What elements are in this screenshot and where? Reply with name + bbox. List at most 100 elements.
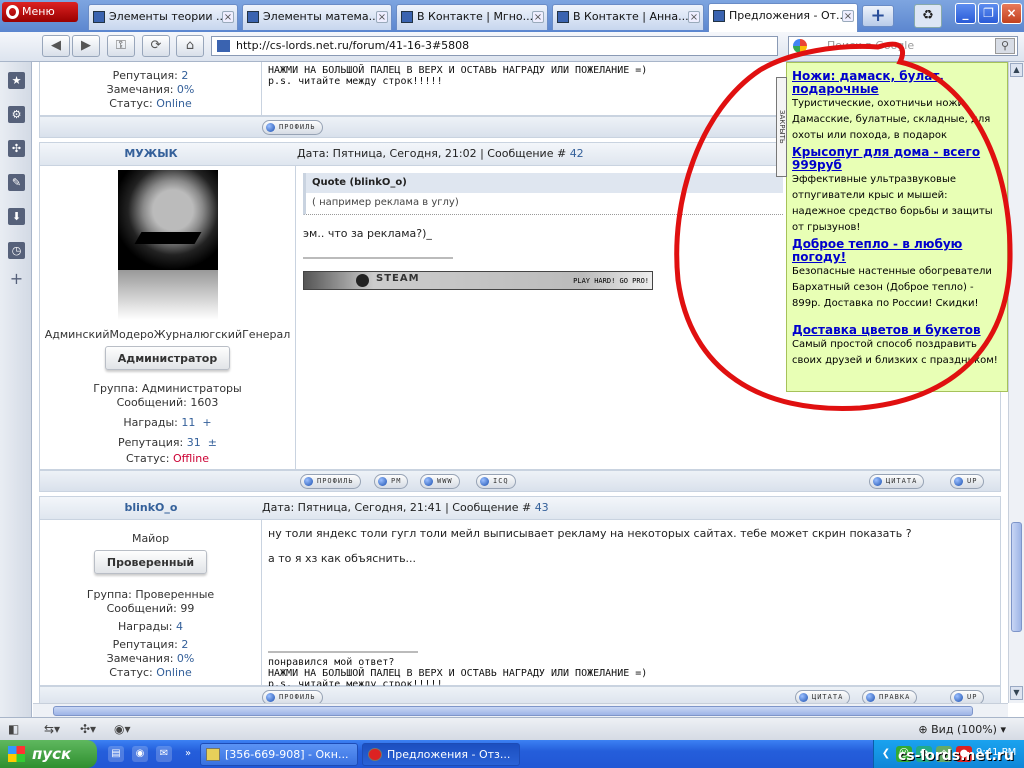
status-bar: ◧ ⇆▾ ✣▾ ◉▾ ⊕ Вид (100%) ▾ — [0, 717, 1024, 740]
quicklaunch-icon[interactable]: ▤ — [108, 746, 124, 762]
close-window-button[interactable]: × — [1001, 3, 1022, 24]
turbo-icon[interactable]: ◉▾ — [114, 722, 131, 737]
navigation-bar: ◀ ▶ ⚿ ⟳ ⌂ http://cs-lords.net.ru/forum/4… — [0, 32, 1024, 62]
opera-icon — [368, 748, 382, 761]
author-info: Репутация: 2 Замечания: 0% Статус: Onlin… — [40, 62, 262, 115]
profile-button[interactable]: ПРОФИЛЬ — [262, 120, 323, 135]
author-info: АдминскийМодероЖурналюгскийГенерал Админ… — [40, 166, 296, 469]
search-icon[interactable]: ⚲ — [995, 38, 1015, 54]
post-43: blinkO_o Дата: Пятница, Сегодня, 21:41 |… — [39, 496, 1001, 690]
new-tab-button[interactable]: + — [862, 5, 894, 27]
up-button[interactable]: UP — [950, 474, 985, 489]
watermark: cs-lords.net.ru — [898, 748, 1014, 764]
awards-link[interactable]: 4 — [176, 620, 183, 633]
tab-3[interactable]: В Контакте | Мгно... × — [396, 4, 548, 30]
post-buttons-42: ПРОФИЛЬ PM WWW ICQ ЦИТАТА UP — [39, 470, 1001, 492]
quote-button[interactable]: ЦИТАТА — [869, 474, 925, 489]
home-button[interactable]: ⌂ — [176, 35, 204, 57]
quicklaunch-more-icon[interactable]: » — [180, 746, 196, 762]
vk-icon — [401, 11, 413, 23]
forward-button[interactable]: ▶ — [72, 35, 100, 57]
downloads-icon[interactable]: ⬇ — [8, 208, 25, 225]
add-panel-icon[interactable]: + — [8, 270, 25, 287]
minimize-button[interactable]: _ — [955, 3, 976, 24]
profile-button[interactable]: ПРОФИЛЬ — [300, 474, 361, 489]
signature: НАЖМИ НА БОЛЬШОЙ ПАЛЕЦ В ВЕРХ И ОСТАВЬ Н… — [268, 65, 648, 87]
maximize-button[interactable]: ❐ — [978, 3, 999, 24]
tab-bar: Меню Элементы теории ... × Элементы матем… — [0, 0, 1024, 32]
awards-link[interactable]: 11 — [181, 416, 195, 429]
steam-banner: STEAM PLAY HARD! GO PRO! — [303, 271, 653, 290]
add-award-link[interactable]: + — [202, 416, 211, 429]
post-number-link[interactable]: 43 — [535, 501, 549, 514]
address-field[interactable]: http://cs-lords.net.ru/forum/41-16-3#580… — [211, 36, 778, 56]
reload-button[interactable]: ⟳ — [142, 35, 170, 57]
scroll-down-icon[interactable]: ▼ — [1010, 686, 1023, 700]
site-favicon-icon — [217, 40, 230, 52]
author-nick[interactable]: blinkO_o — [125, 501, 178, 514]
www-button[interactable]: WWW — [420, 474, 460, 489]
start-button[interactable]: пуск — [0, 740, 97, 768]
google-icon — [793, 39, 807, 53]
ad-block: ЗАКРЫТЬ Ножи: дамаск, булат, подарочные … — [776, 62, 1008, 392]
windows-logo-icon — [8, 746, 25, 762]
scroll-thumb[interactable] — [53, 706, 973, 716]
author-nick[interactable]: МУЖЫК — [124, 147, 177, 160]
taskbar: пуск ▤ ◉ ✉ » [356-669-908] - Окн... Пред… — [0, 740, 1024, 768]
unite-status-icon[interactable]: ✣▾ — [80, 722, 96, 737]
task-window-1[interactable]: [356-669-908] - Окн... — [200, 743, 358, 766]
close-tab-icon[interactable]: × — [842, 10, 854, 22]
quicklaunch-icon[interactable]: ◉ — [132, 746, 148, 762]
close-tab-icon[interactable]: × — [376, 11, 388, 23]
horizontal-scrollbar[interactable] — [33, 703, 1008, 717]
vertical-scrollbar[interactable]: ▲ ▼ — [1008, 62, 1024, 703]
quote-block: Quote (blinkO_o) ( например реклама в уг… — [303, 173, 783, 215]
scroll-up-icon[interactable]: ▲ — [1010, 63, 1023, 77]
panel-toggle-icon[interactable]: ◧ — [8, 722, 19, 737]
tray-expand-icon[interactable]: ❮ — [878, 746, 894, 762]
sync-icon[interactable]: ⇆▾ — [44, 722, 60, 737]
ad-link-3[interactable]: Доброе тепло - в любую погоду! — [792, 238, 1002, 264]
author-info: Майор Проверенный Группа: Проверенные Со… — [40, 520, 262, 685]
avatar — [117, 170, 218, 270]
vk-icon — [557, 11, 569, 23]
trash-icon[interactable]: ♻ — [914, 4, 942, 28]
history-icon[interactable]: ◷ — [8, 242, 25, 259]
close-tab-icon[interactable]: × — [222, 11, 234, 23]
steam-logo-icon — [356, 274, 369, 287]
task-window-2[interactable]: Предложения - Отз... — [362, 743, 520, 766]
scroll-thumb[interactable] — [1011, 522, 1022, 632]
wand-icon[interactable]: ⚿ — [107, 35, 135, 57]
page-icon — [713, 10, 725, 22]
close-tab-icon[interactable]: × — [688, 11, 700, 23]
reputation-link[interactable]: 31 — [187, 436, 201, 449]
unite-icon[interactable]: ✣ — [8, 140, 25, 157]
ad-link-1[interactable]: Ножи: дамаск, булат, подарочные — [792, 70, 1002, 96]
opera-menu-button[interactable]: Меню — [2, 2, 78, 22]
ad-link-2[interactable]: Крысопуг для дома - всего 999руб — [792, 146, 1002, 172]
avatar-reflection — [117, 270, 218, 320]
back-button[interactable]: ◀ — [42, 35, 70, 57]
bookmarks-icon[interactable]: ★ — [8, 72, 25, 89]
reputation-vote-link[interactable]: ± — [208, 436, 217, 449]
search-input[interactable]: Поиск в Google ⚲ — [788, 36, 1018, 56]
ad-link-4[interactable]: Доставка цветов и букетов — [792, 324, 1002, 337]
role-badge: Администратор — [104, 346, 231, 370]
tab-5-active[interactable]: Предложения - От... × — [708, 3, 858, 32]
tab-2[interactable]: Элементы матема... × — [242, 4, 392, 30]
post-number-link[interactable]: 42 — [570, 147, 584, 160]
tab-1[interactable]: Элементы теории ... × — [88, 4, 238, 30]
icq-button[interactable]: ICQ — [476, 474, 516, 489]
close-tab-icon[interactable]: × — [532, 11, 544, 23]
notes-icon[interactable]: ✎ — [8, 174, 25, 191]
signature-divider — [303, 257, 453, 259]
quicklaunch-icon[interactable]: ✉ — [156, 746, 172, 762]
reputation-link[interactable]: 2 — [181, 638, 188, 651]
pm-button[interactable]: PM — [374, 474, 409, 489]
ad-close-tab[interactable]: ЗАКРЫТЬ — [776, 77, 787, 177]
tab-4[interactable]: В Контакте | Анна... × — [552, 4, 704, 30]
signature-divider — [268, 651, 418, 653]
post-body: ну толи яндекс толи гугл толи мейл выпис… — [268, 527, 912, 565]
widgets-icon[interactable]: ⚙ — [8, 106, 25, 123]
zoom-control[interactable]: ⊕ Вид (100%) ▾ — [918, 722, 1006, 737]
